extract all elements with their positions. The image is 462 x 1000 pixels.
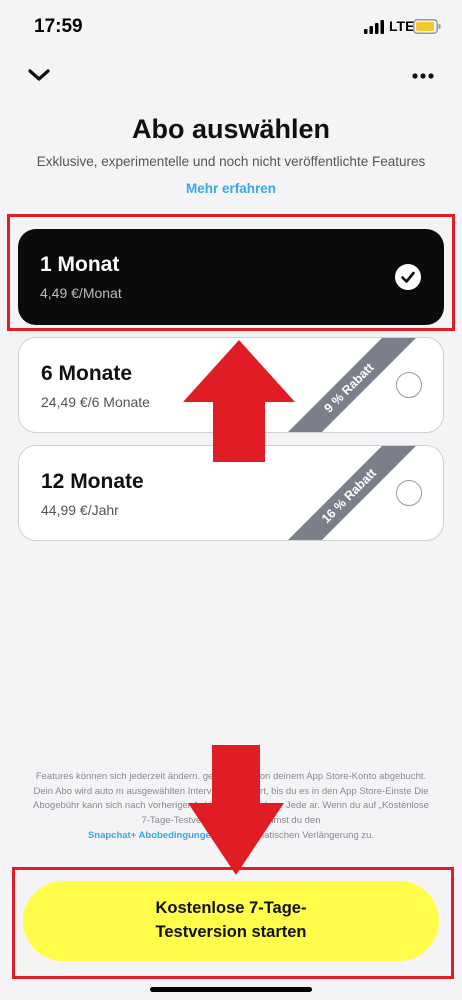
more-options-button[interactable] [408,64,438,86]
page-title: Abo auswählen [131,114,331,144]
plan-price: 4,49 €/Monat [40,285,122,301]
plan-option-12-months[interactable]: 12 Monate 44,99 €/Jahr 16 % Rabatt [18,445,444,541]
more-horizontal-icon [412,73,434,79]
fine-print-text: Features können sich jederzeit ändern. [35,771,201,782]
signal-icon [364,20,384,34]
plan-option-6-months[interactable]: 6 Monate 24,49 €/6 Monate 9 % Rabatt [18,337,444,433]
radio-unselected-icon [396,372,422,398]
plan-option-1-month[interactable]: 1 Monat 4,49 €/Monat [18,229,444,325]
home-indicator [150,987,312,992]
fine-print-text: m ausgewählten Intervall verlängert, bis… [115,785,412,797]
chevron-down-icon [28,69,50,81]
subscription-fine-print: Features können sich jederzeit ändern. g… [28,770,434,844]
check-circle-icon [395,264,421,290]
learn-more-link[interactable]: Mehr erfahren [0,181,462,196]
nav-bar [0,60,462,90]
plan-name: 6 Monate [41,362,133,385]
plan-price: 24,49 €/6 Monate [41,394,150,410]
status-bar: 17:59 LTE [0,0,462,54]
trial-button-label-line-1: Kostenlose 7-Tage- [155,899,307,918]
close-chevron-button[interactable] [26,64,52,86]
page-subtitle: Exklusive, experimentelle und noch nicht… [36,154,426,169]
fine-print-text: stimmst du den [256,815,321,827]
plan-price: 44,99 €/Jahr [41,502,119,518]
terms-link[interactable]: Snapchat+ Abobedingungen [88,830,217,841]
fine-print-text: automatischen Verlängerung zu. [237,829,375,841]
status-time: 17:59 [34,16,83,37]
battery-icon [413,19,441,34]
network-label: LTE [389,18,415,34]
start-free-trial-button[interactable]: Kostenlose 7-Tage- Testversion starten [23,881,439,961]
plan-name: 12 Monate [41,470,144,493]
trial-button-label-line-2: Testversion starten [155,923,307,941]
radio-unselected-icon [396,480,422,506]
plan-name: 1 Monat [40,253,120,276]
fine-print-text: und [219,829,236,841]
